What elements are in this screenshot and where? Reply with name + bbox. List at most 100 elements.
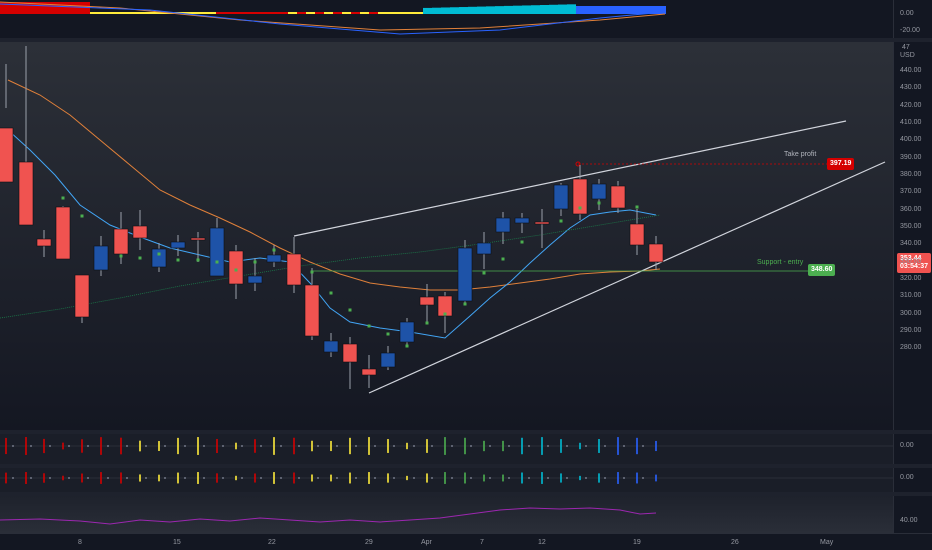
indicator-dot — [642, 477, 644, 479]
histogram-bar — [414, 12, 423, 14]
histogram-bar — [477, 6, 486, 14]
indicator-dot — [470, 477, 472, 479]
candle-body — [36, 238, 52, 247]
signal-dot — [196, 258, 200, 262]
indicator-dot — [12, 477, 14, 479]
histogram-indicator-axis[interactable]: 0.00 -20.00 — [893, 0, 932, 38]
indicator-dot — [585, 477, 587, 479]
indicator-dot — [30, 477, 32, 479]
histogram-bar — [324, 12, 333, 14]
indicator-dot — [317, 477, 319, 479]
time-axis-tick: 19 — [633, 539, 641, 546]
histogram-bar — [486, 6, 495, 14]
oscillator-pane[interactable]: 40.00 — [0, 496, 932, 533]
indicator-dot — [547, 477, 549, 479]
take-profit-price-tag[interactable]: 397.19 — [827, 158, 855, 170]
indicator-dot — [566, 477, 568, 479]
indicator-dot — [107, 445, 109, 447]
histogram-bar — [405, 12, 414, 14]
signal-dot — [405, 344, 409, 348]
candle-body — [514, 217, 530, 224]
histogram-bar — [288, 12, 297, 14]
candle-body — [399, 321, 415, 343]
time-axis[interactable]: 8 15 22 29 Apr 7 12 19 26 May — [0, 533, 932, 550]
histogram-bar — [126, 12, 135, 14]
histogram-bar — [63, 2, 72, 14]
histogram-bar — [621, 6, 630, 14]
signal-dot — [520, 240, 524, 244]
dots-indicator-axis-2[interactable]: 0.00 — [893, 468, 932, 492]
indicator-dot — [280, 445, 282, 447]
candle-body — [55, 206, 71, 260]
indicator-dot — [489, 445, 491, 447]
histogram-bar — [567, 4, 576, 14]
dots-indicator-pane-1[interactable]: 0.00 — [0, 434, 932, 464]
price-axis[interactable]: 47 USD 353.44 03:54:37 440.00 430.00 420.0… — [893, 42, 932, 430]
candle-body — [113, 228, 129, 255]
candle-body — [209, 227, 225, 277]
oscillator-axis[interactable]: 40.00 — [893, 496, 932, 533]
axis-tick: 0.00 — [900, 10, 914, 17]
indicator-dot — [431, 477, 433, 479]
indicator-dot — [393, 477, 395, 479]
signal-dot — [501, 257, 505, 261]
signal-dot — [597, 201, 601, 205]
indicator-dot — [413, 445, 415, 447]
price-axis-tick: 370.00 — [900, 188, 922, 196]
indicator-dot — [528, 477, 530, 479]
candle-body — [380, 352, 396, 368]
dots-indicator-plot-2 — [0, 472, 893, 484]
time-axis-tick: 7 — [480, 539, 484, 546]
indicator-dot — [585, 445, 587, 447]
histogram-indicator-pane[interactable]: 0.00 -20.00 — [0, 0, 932, 38]
histogram-bar — [540, 5, 549, 14]
indicator-dot — [298, 477, 300, 479]
histogram-bar — [495, 6, 504, 14]
candle-body — [0, 127, 14, 183]
support-price-tag[interactable]: 348.60 — [808, 264, 836, 276]
price-axis-tick: 390.00 — [900, 153, 922, 161]
histogram-bar — [450, 7, 459, 14]
histogram-bar — [432, 7, 441, 14]
indicator-dot — [604, 477, 606, 479]
signal-dot — [138, 256, 142, 260]
indicator-dot — [87, 445, 89, 447]
histogram-bar — [243, 12, 252, 14]
histogram-bar — [594, 6, 603, 14]
histogram-bar — [387, 12, 396, 14]
take-profit-label: Take profit — [784, 151, 817, 158]
indicator-dot — [184, 445, 186, 447]
indicator-dot — [203, 445, 205, 447]
dots-indicator-axis-1[interactable]: 0.00 — [893, 434, 932, 464]
signal-dot — [386, 332, 390, 336]
candle-body — [323, 340, 339, 353]
candle-body — [629, 223, 645, 246]
candle-body — [132, 225, 148, 239]
histogram-bar — [144, 12, 153, 14]
histogram-bar — [261, 12, 270, 14]
indicator-dot — [489, 477, 491, 479]
currency-label: USD — [900, 52, 915, 59]
indicator-dot — [203, 477, 205, 479]
price-axis-tick: 350.00 — [900, 222, 922, 230]
histogram-bar — [108, 12, 117, 14]
indicator-dot — [508, 477, 510, 479]
candle-body — [457, 247, 473, 302]
histogram-bar — [234, 12, 243, 14]
price-pane[interactable]: Take profit Support - entry 397.19 348.6… — [0, 42, 932, 430]
indicator-dot — [547, 445, 549, 447]
price-axis-tick: 330.00 — [900, 257, 922, 265]
signal-dot — [272, 248, 276, 252]
time-axis-tick: 26 — [731, 539, 739, 546]
histogram-bar — [18, 2, 27, 14]
histogram-bar — [459, 7, 468, 14]
signal-dot — [119, 254, 123, 258]
price-axis-tick: 340.00 — [900, 240, 922, 248]
candle-body — [304, 284, 320, 337]
candle-body — [228, 250, 244, 285]
indicator-dot — [68, 477, 70, 479]
price-axis-tick: 410.00 — [900, 118, 922, 126]
dots-indicator-pane-2[interactable]: 0.00 — [0, 468, 932, 492]
histogram-bar — [504, 5, 513, 15]
indicator-dot — [30, 445, 32, 447]
